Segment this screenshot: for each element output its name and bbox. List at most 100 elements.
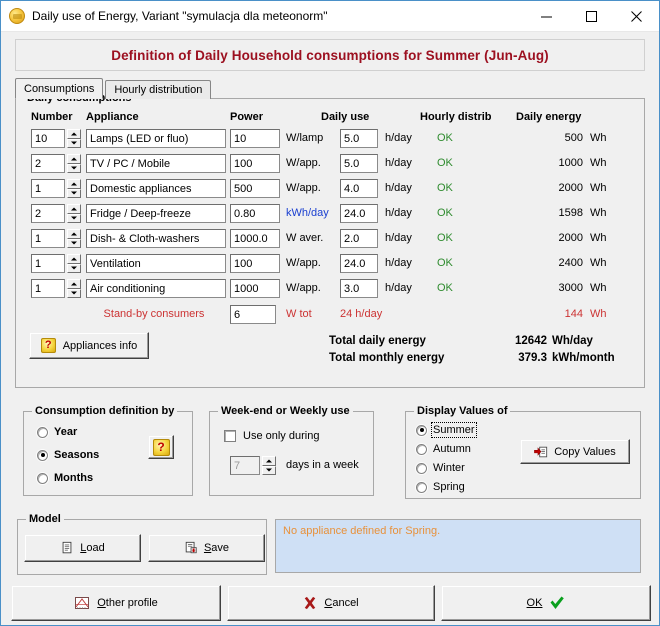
radio-year[interactable]: Year <box>37 426 77 438</box>
number-spinner[interactable] <box>67 179 81 198</box>
number-input[interactable]: 10 <box>31 129 65 148</box>
radio-spring-icon[interactable] <box>416 481 427 493</box>
spinner-up-icon[interactable] <box>67 279 81 289</box>
appliance-input[interactable]: TV / PC / Mobile <box>86 154 226 173</box>
spinner-down-icon[interactable] <box>67 263 81 273</box>
maximize-icon[interactable] <box>569 2 614 31</box>
power-input[interactable]: 1000.0 <box>230 229 280 248</box>
power-input[interactable]: 0.80 <box>230 204 280 223</box>
column-header-daily-energy: Daily energy <box>516 111 582 123</box>
spinner-up-icon[interactable] <box>67 129 81 139</box>
spinner-down-icon[interactable] <box>67 238 81 248</box>
appliance-input[interactable]: Domestic appliances <box>86 179 226 198</box>
spinner-down-icon[interactable] <box>67 213 81 223</box>
radio-year-icon[interactable] <box>37 426 48 438</box>
daily-use-input[interactable]: 4.0 <box>340 179 378 198</box>
spinner-down-icon[interactable] <box>67 288 81 298</box>
days-spinner[interactable] <box>262 456 276 475</box>
spinner-up-icon[interactable] <box>67 154 81 164</box>
standby-input[interactable]: 6 <box>230 305 276 324</box>
radio-months-icon[interactable] <box>37 472 48 484</box>
standby-energy-value: 144 <box>564 308 583 320</box>
power-input[interactable]: 500 <box>230 179 280 198</box>
save-button[interactable]: Save <box>148 534 265 562</box>
number-input[interactable]: 2 <box>31 204 65 223</box>
number-stepper[interactable]: 2 <box>31 154 81 173</box>
number-stepper[interactable]: 1 <box>31 179 81 198</box>
spinner-up-icon[interactable] <box>67 204 81 214</box>
daily-use-input[interactable]: 5.0 <box>340 129 378 148</box>
use-only-during-checkbox-row[interactable]: Use only during <box>224 430 319 442</box>
appliance-input[interactable]: Fridge / Deep-freeze <box>86 204 226 223</box>
radio-months[interactable]: Months <box>37 472 93 484</box>
spinner-up-icon[interactable] <box>67 179 81 189</box>
power-input[interactable]: 10 <box>230 129 280 148</box>
spinner-down-icon[interactable] <box>67 138 81 148</box>
cancel-button[interactable]: Cancel <box>227 585 435 621</box>
number-spinner[interactable] <box>67 154 81 173</box>
radio-winter[interactable]: Winter <box>416 462 465 474</box>
daily-energy-value: 1000 <box>558 157 583 169</box>
spinner-up-icon[interactable] <box>262 456 276 466</box>
radio-autumn-icon[interactable] <box>416 443 427 455</box>
daily-use-input[interactable]: 24.0 <box>340 204 378 223</box>
daily-use-input[interactable]: 5.0 <box>340 154 378 173</box>
power-input[interactable]: 100 <box>230 254 280 273</box>
spinner-down-icon[interactable] <box>262 465 276 475</box>
daily-use-input[interactable]: 2.0 <box>340 229 378 248</box>
number-stepper[interactable]: 1 <box>31 254 81 273</box>
number-stepper[interactable]: 1 <box>31 279 81 298</box>
ok-button[interactable]: OK <box>441 585 651 621</box>
standby-label: Stand-by consumers <box>103 308 205 320</box>
number-stepper[interactable]: 2 <box>31 204 81 223</box>
hourly-distrib-status: OK <box>437 182 453 194</box>
spinner-down-icon[interactable] <box>67 188 81 198</box>
spinner-up-icon[interactable] <box>67 229 81 239</box>
spinner-down-icon[interactable] <box>67 163 81 173</box>
number-spinner[interactable] <box>67 204 81 223</box>
number-input[interactable]: 2 <box>31 154 65 173</box>
minimize-icon[interactable] <box>524 2 569 31</box>
radio-spring[interactable]: Spring <box>416 481 465 493</box>
number-stepper[interactable]: 1 <box>31 229 81 248</box>
total-daily-energy-value: 12642 <box>515 335 547 347</box>
tab-consumptions[interactable]: Consumptions <box>15 78 104 99</box>
appliances-info-button[interactable]: ? Appliances info <box>29 332 149 359</box>
number-input[interactable]: 1 <box>31 254 65 273</box>
tab-hourly-distribution[interactable]: Hourly distribution <box>105 80 212 99</box>
appliance-input[interactable]: Ventilation <box>86 254 226 273</box>
consumption-help-button[interactable]: ? <box>148 435 174 459</box>
daily-use-input[interactable]: 24.0 <box>340 254 378 273</box>
days-input[interactable]: 7 <box>230 456 260 475</box>
copy-values-button[interactable]: Copy Values <box>520 439 630 464</box>
radio-autumn[interactable]: Autumn <box>416 443 471 455</box>
radio-seasons-icon[interactable] <box>37 449 48 461</box>
number-stepper[interactable]: 10 <box>31 129 81 148</box>
radio-seasons[interactable]: Seasons <box>37 449 99 461</box>
radio-winter-icon[interactable] <box>416 462 427 474</box>
number-input[interactable]: 1 <box>31 179 65 198</box>
tab-strip: Consumptions Hourly distribution <box>15 78 659 99</box>
number-input[interactable]: 1 <box>31 229 65 248</box>
load-button[interactable]: Load <box>24 534 141 562</box>
daily-use-unit-label: h/day <box>385 207 412 219</box>
number-spinner[interactable] <box>67 229 81 248</box>
appliance-input[interactable]: Dish- & Cloth-washers <box>86 229 226 248</box>
load-label-rest: oad <box>86 542 105 554</box>
days-stepper[interactable]: 7 <box>230 456 276 475</box>
other-profile-button[interactable]: Other profile <box>11 585 221 621</box>
power-input[interactable]: 1000 <box>230 279 280 298</box>
number-input[interactable]: 1 <box>31 279 65 298</box>
spinner-up-icon[interactable] <box>67 254 81 264</box>
use-only-during-checkbox[interactable] <box>224 430 236 442</box>
daily-use-input[interactable]: 3.0 <box>340 279 378 298</box>
appliance-input[interactable]: Lamps (LED or fluo) <box>86 129 226 148</box>
radio-summer[interactable]: Summer <box>416 422 477 438</box>
number-spinner[interactable] <box>67 254 81 273</box>
power-input[interactable]: 100 <box>230 154 280 173</box>
close-icon[interactable] <box>614 2 659 31</box>
radio-summer-icon[interactable] <box>416 424 427 436</box>
number-spinner[interactable] <box>67 129 81 148</box>
appliance-input[interactable]: Air conditioning <box>86 279 226 298</box>
number-spinner[interactable] <box>67 279 81 298</box>
